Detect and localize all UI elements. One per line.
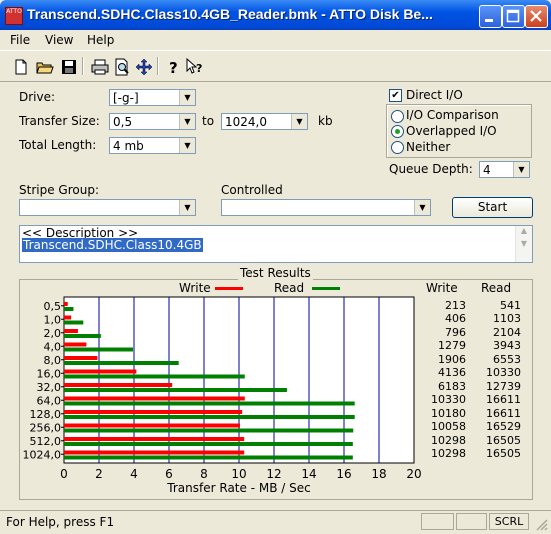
x-tick-label: 12 (266, 467, 281, 481)
read-value: 3943 (493, 339, 521, 353)
read-value: 541 (500, 298, 521, 312)
write-value: 10180 (431, 406, 466, 420)
read-value: 2104 (493, 325, 521, 339)
read-bar (64, 320, 84, 325)
write-value: 6183 (438, 379, 466, 393)
scroll-lock-indicator: SCRL (489, 513, 529, 530)
write-bar (64, 329, 78, 333)
write-bar (64, 450, 245, 455)
resize-grip-icon[interactable] (535, 518, 548, 531)
x-axis-label: Transfer Rate - MB / Sec (166, 481, 310, 495)
read-bar (64, 415, 355, 419)
y-tick-label: 128,0 (30, 408, 62, 421)
x-tick-label: 18 (371, 467, 386, 481)
write-bar (64, 423, 241, 428)
x-tick-label: 4 (130, 467, 138, 481)
read-bar (64, 334, 101, 338)
read-bar (64, 401, 355, 406)
status-pane (456, 513, 487, 530)
y-tick-label: 2,0 (44, 327, 62, 340)
x-tick-label: 0 (60, 467, 68, 481)
read-bar (64, 388, 287, 392)
write-bar (64, 396, 245, 401)
y-tick-label: 64,0 (37, 394, 62, 407)
write-value: 406 (445, 312, 466, 326)
y-tick-label: 0,5 (44, 300, 62, 313)
write-bar (64, 302, 68, 306)
y-tick-label: 512,0 (30, 435, 62, 448)
write-bar (64, 437, 245, 441)
read-value: 1103 (493, 312, 521, 326)
y-tick-label: 256,0 (30, 421, 62, 434)
status-bar: For Help, press F1 SCRL (0, 510, 551, 534)
x-tick-label: 20 (406, 467, 421, 481)
write-value: 10330 (431, 393, 466, 407)
x-tick-label: 2 (95, 467, 103, 481)
read-value: 12739 (486, 379, 521, 393)
x-tick-label: 16 (336, 467, 351, 481)
write-bar (64, 383, 173, 387)
read-value: 16611 (486, 406, 521, 420)
write-value: 4136 (438, 366, 466, 380)
y-tick-label: 4,0 (44, 340, 62, 353)
write-value: 796 (445, 325, 466, 339)
read-bar (64, 455, 353, 460)
write-bar (64, 356, 98, 360)
write-bar (64, 342, 87, 347)
read-value: 10330 (486, 366, 521, 380)
y-tick-label: 32,0 (37, 381, 62, 394)
write-bar (64, 410, 243, 414)
read-bar (64, 347, 134, 352)
read-value: 16505 (486, 433, 521, 447)
read-bar (64, 307, 74, 311)
read-bar (64, 442, 353, 446)
write-value: 10298 (431, 447, 466, 461)
y-tick-label: 1024,0 (23, 448, 62, 461)
write-value: 10298 (431, 433, 466, 447)
status-pane (421, 513, 454, 530)
read-bar (64, 361, 179, 365)
y-tick-label: 1,0 (44, 313, 62, 326)
read-bar (64, 428, 354, 433)
write-bar (64, 369, 137, 374)
x-tick-label: 6 (165, 467, 173, 481)
write-value: 1906 (438, 352, 466, 366)
transfer-rate-chart: 0 2 4 6 8 10 12 14 16 18 20 Transfer Rate - MB / Se… (23, 296, 422, 495)
x-tick-label: 8 (200, 467, 208, 481)
read-value: 16529 (486, 420, 521, 434)
app-window: ATTO Transcend.SDHC.Class10.4GB_Reader.b… (0, 0, 551, 534)
x-tick-label: 14 (301, 467, 316, 481)
read-bar (64, 374, 245, 379)
write-value: 1279 (438, 339, 466, 353)
write-value: 10058 (431, 420, 466, 434)
y-tick-label: 16,0 (37, 367, 62, 380)
read-value: 16611 (486, 393, 521, 407)
x-tick-label: 10 (231, 467, 246, 481)
read-value: 16505 (486, 447, 521, 461)
read-value: 6553 (493, 352, 521, 366)
write-bar (64, 315, 72, 320)
status-help-text: For Help, press F1 (6, 515, 115, 529)
write-value: 213 (445, 298, 466, 312)
y-tick-label: 8,0 (44, 354, 62, 367)
